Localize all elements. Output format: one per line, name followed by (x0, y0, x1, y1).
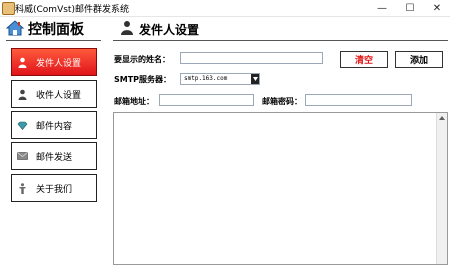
email-address-label: 邮箱地址： (114, 97, 154, 106)
smtp-server-label: SMTP服务器： (114, 75, 172, 84)
mail-send-icon (17, 151, 28, 162)
dropdown-arrow-icon[interactable] (251, 74, 259, 84)
display-name-label: 要显示的姓名： (114, 55, 170, 64)
nav-mail-content-label: 邮件内容 (36, 121, 73, 132)
nav-about-us[interactable]: 关于我们 (11, 174, 97, 202)
home-icon (6, 20, 24, 36)
window-title: 科威(ComVst)邮件群发系统 (15, 5, 129, 15)
email-password-label: 邮箱密码： (262, 97, 302, 106)
recipient-icon (17, 89, 28, 100)
nav-mail-content[interactable]: 邮件内容 (11, 111, 97, 139)
smtp-server-select[interactable]: smtp.163.com (180, 73, 260, 85)
email-password-input[interactable] (305, 94, 412, 106)
close-button[interactable]: ✕ (424, 0, 450, 16)
smtp-server-value: smtp.163.com (184, 75, 228, 82)
about-icon (17, 182, 28, 194)
add-button[interactable]: 添加 (395, 51, 443, 68)
minimize-button[interactable]: — (369, 0, 395, 16)
maximize-button[interactable]: ☐ (397, 0, 423, 16)
user-icon (121, 21, 133, 35)
scrollbar[interactable] (436, 113, 447, 264)
nav-recipient-settings-label: 收件人设置 (36, 90, 82, 101)
sidebar-divider (6, 40, 101, 41)
nav-recipient-settings[interactable]: 收件人设置 (11, 80, 97, 108)
clear-button[interactable]: 清空 (340, 51, 388, 68)
nav-mail-send[interactable]: 邮件发送 (11, 142, 97, 170)
nav-mail-send-label: 邮件发送 (36, 152, 73, 163)
nav-about-us-label: 关于我们 (36, 184, 73, 195)
page-title: 发件人设置 (139, 23, 200, 37)
sender-icon (17, 57, 28, 68)
scroll-up-icon[interactable] (439, 116, 445, 120)
app-icon (2, 2, 15, 15)
main-divider (113, 40, 448, 41)
log-textarea[interactable] (113, 112, 448, 265)
nav-sender-settings-label: 发件人设置 (36, 58, 82, 69)
sidebar-title: 控制面板 (28, 22, 84, 38)
email-address-input[interactable] (159, 94, 254, 106)
nav-sender-settings[interactable]: 发件人设置 (11, 48, 97, 76)
content-icon (17, 120, 28, 131)
display-name-input[interactable] (180, 52, 323, 64)
